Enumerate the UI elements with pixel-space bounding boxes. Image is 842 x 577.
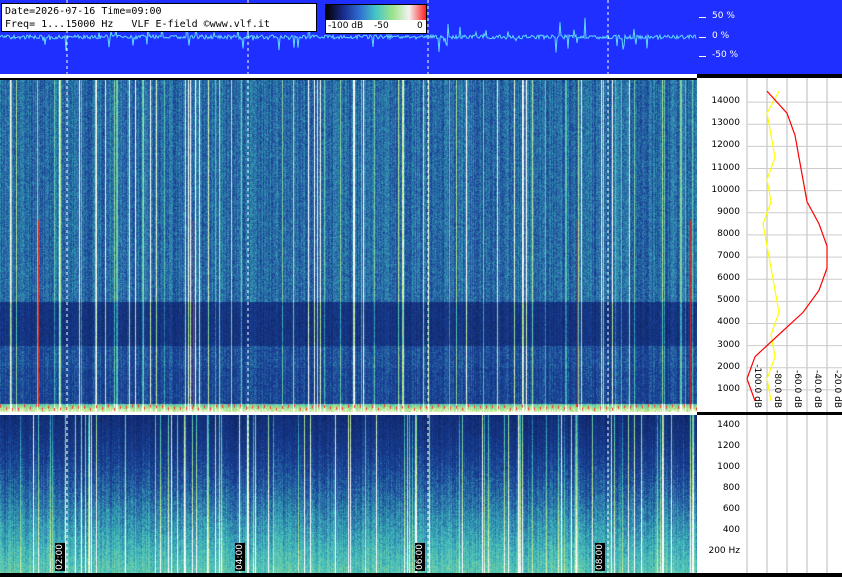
freq-tick-label: 8000	[717, 228, 740, 239]
wave-label-0: 0 %	[712, 31, 730, 41]
freq-tick-label: 12000	[711, 140, 740, 151]
freq-tick-label-low: 1000	[717, 461, 740, 472]
db-label: -20.0 dB	[832, 370, 842, 408]
db-label: -100.0 dB	[752, 364, 762, 408]
spectrum-separator	[697, 412, 842, 415]
time-label: 02:00	[55, 543, 65, 571]
wave-label-minus50: -50 %	[712, 50, 739, 60]
freq-tick-label: 9000	[717, 206, 740, 217]
freq-tick-label-low: 1200	[717, 440, 740, 451]
db-label: -40.0 dB	[812, 370, 822, 408]
time-label: 04:00	[235, 543, 245, 571]
wave-tick	[699, 56, 706, 57]
wave-label-50: 50 %	[712, 11, 735, 21]
db-label: -60.0 dB	[792, 370, 802, 408]
wave-tick	[699, 37, 706, 38]
time-grid	[0, 0, 697, 573]
freq-tick-label-low: 200 Hz	[708, 545, 740, 556]
freq-tick-label-low: 1400	[717, 419, 740, 430]
panel-separator	[0, 412, 697, 415]
freq-tick-label-low: 400	[722, 524, 740, 535]
db-label: -80.0 dB	[772, 370, 782, 408]
freq-tick-label: 14000	[711, 96, 740, 107]
freq-tick-label-low: 800	[722, 482, 740, 493]
spectrum-series	[762, 90, 780, 402]
freq-tick-label: 5000	[717, 295, 740, 306]
freq-tick-label: 2000	[717, 361, 740, 372]
freq-tick-label: 10000	[711, 184, 740, 195]
freq-tick-label: 13000	[711, 118, 740, 129]
freq-tick-label: 1000	[717, 383, 740, 394]
time-label: 06:00	[415, 543, 425, 571]
time-label: 08:00	[595, 543, 605, 571]
freq-tick-label: 4000	[717, 317, 740, 328]
freq-tick-label: 11000	[711, 162, 740, 173]
freq-tick-label: 7000	[717, 251, 740, 262]
freq-tick-label: 6000	[717, 273, 740, 284]
freq-tick-label-low: 600	[722, 503, 740, 514]
freq-tick-label: 3000	[717, 339, 740, 350]
wave-tick	[699, 17, 706, 18]
